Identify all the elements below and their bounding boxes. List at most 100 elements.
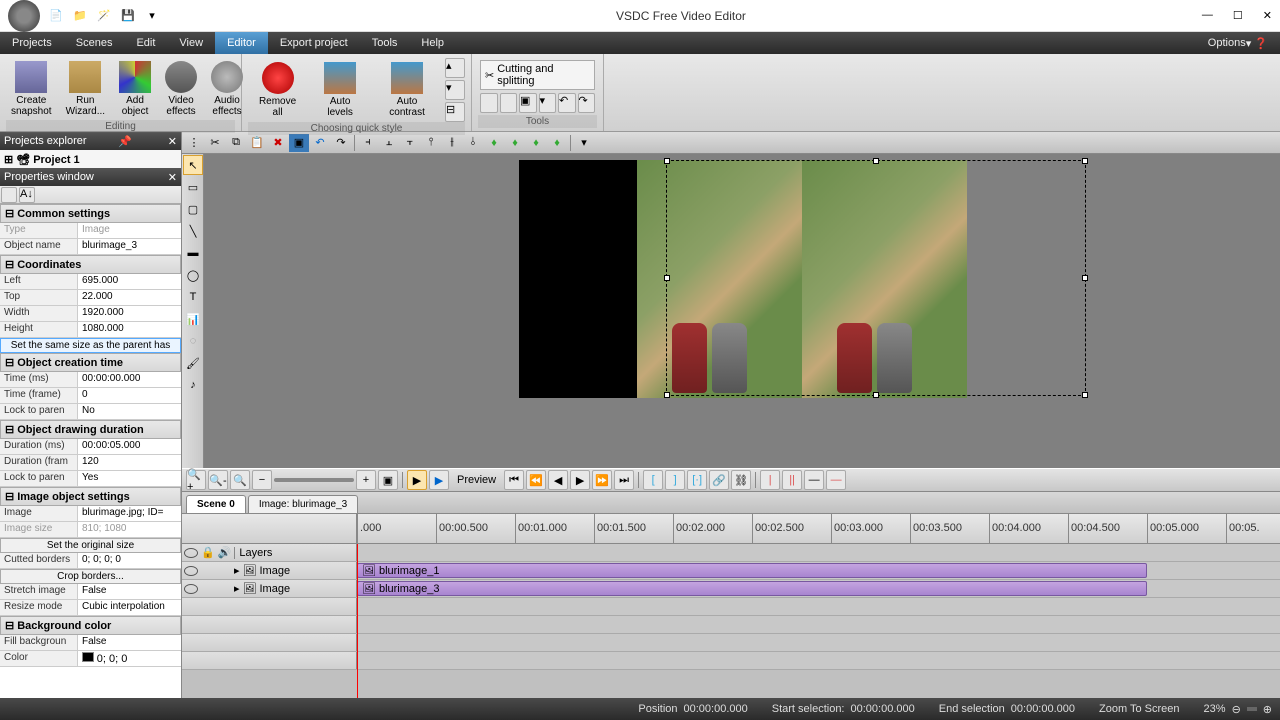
common-settings-group[interactable]: ⊟Common settings (0, 204, 181, 223)
menu-scenes[interactable]: Scenes (64, 32, 125, 54)
add-object-button[interactable]: Add object (114, 58, 156, 120)
step-back-icon[interactable]: ◀ (548, 470, 568, 490)
tool-2-button[interactable] (500, 93, 518, 113)
align-left-icon[interactable]: ⫞ (358, 134, 378, 152)
marker-2-icon[interactable]: — (826, 470, 846, 490)
height-input[interactable]: 1080.000 (78, 322, 181, 337)
close-button[interactable]: ✕ (1263, 9, 1272, 22)
time-frame-input[interactable]: 0 (78, 388, 181, 403)
close-panel-icon[interactable]: ✕ (168, 135, 177, 148)
zoom-plus-button[interactable]: + (356, 470, 376, 490)
cut-icon[interactable]: ✂ (205, 134, 225, 152)
step-forward-icon[interactable]: ▶ (570, 470, 590, 490)
screen-icon[interactable]: ▣ (289, 134, 309, 152)
left-input[interactable]: 695.000 (78, 274, 181, 289)
text-tool[interactable]: T (183, 287, 203, 307)
resize-handle-e[interactable] (1082, 275, 1088, 281)
tool-4-button[interactable]: ▾ (539, 93, 557, 113)
disabled-tool[interactable]: ◌ (183, 331, 203, 351)
crop-tool-button[interactable]: ▣ (519, 93, 537, 113)
menu-projects[interactable]: Projects (0, 32, 64, 54)
mark-out-icon[interactable]: ] (665, 470, 685, 490)
prop-sort-button[interactable]: A↓ (19, 187, 35, 203)
unlink-icon[interactable]: ⛓ (731, 470, 751, 490)
brush-tool[interactable]: 🖌 (183, 353, 203, 373)
fit-icon[interactable]: ▣ (378, 470, 398, 490)
color-input[interactable]: 0; 0; 0 (78, 651, 181, 666)
distribute-2-icon[interactable]: ♦ (505, 134, 525, 152)
create-snapshot-button[interactable]: Create snapshot (6, 58, 57, 120)
resize-handle-n[interactable] (873, 158, 879, 164)
run-wizard-button[interactable]: Run Wizard... (61, 58, 110, 120)
object-name-input[interactable]: blurimage_3 (78, 239, 181, 254)
style-more-button[interactable]: ⊟ (445, 102, 465, 122)
image-settings-group[interactable]: ⊟Image object settings (0, 487, 181, 506)
tb-btn-1[interactable]: ⋮ (184, 134, 204, 152)
menu-help[interactable]: Help (409, 32, 456, 54)
close-properties-icon[interactable]: ✕ (168, 171, 177, 184)
rect-select-tool[interactable]: ▢ (183, 199, 203, 219)
background-color-group[interactable]: ⊟Background color (0, 616, 181, 635)
prev-frame-icon[interactable]: ⏪ (526, 470, 546, 490)
cutted-borders-input[interactable]: 0; 0; 0; 0 (78, 553, 181, 568)
menu-options[interactable]: Options ▾ ❓ (1196, 32, 1280, 54)
prop-categorize-button[interactable] (1, 187, 17, 203)
goto-start-icon[interactable]: ⏮ (504, 470, 524, 490)
maximize-button[interactable]: ☐ (1233, 9, 1243, 22)
tb-more-icon[interactable]: ▾ (574, 134, 594, 152)
dropdown-icon[interactable]: ▾ (144, 8, 160, 24)
selection-box[interactable] (666, 160, 1086, 396)
top-input[interactable]: 22.000 (78, 290, 181, 305)
lock-parent-2-input[interactable]: Yes (78, 471, 181, 486)
distribute-4-icon[interactable]: ♦ (547, 134, 567, 152)
audio-col-icon[interactable]: 🔊 (218, 546, 232, 559)
audio-tool[interactable]: ♪ (183, 375, 203, 395)
cutting-splitting-button[interactable]: ✂Cutting and splitting (480, 60, 595, 90)
resize-handle-se[interactable] (1082, 392, 1088, 398)
paste-icon[interactable]: 📋 (247, 134, 267, 152)
canvas[interactable] (204, 154, 1280, 468)
expand-icon[interactable]: ▸ (234, 564, 240, 577)
zoom-out-icon[interactable]: 🔍- (208, 470, 228, 490)
menu-export[interactable]: Export project (268, 32, 360, 54)
cursor-tool[interactable]: ↖ (183, 155, 203, 175)
menu-edit[interactable]: Edit (124, 32, 167, 54)
zoom-out-status-icon[interactable]: ⊖ (1232, 703, 1241, 716)
resize-handle-ne[interactable] (1082, 158, 1088, 164)
minimize-button[interactable]: — (1202, 9, 1213, 22)
zoom-fit-icon[interactable]: 🔍 (230, 470, 250, 490)
tool-1-button[interactable] (480, 93, 498, 113)
next-frame-icon[interactable]: ⏩ (592, 470, 612, 490)
project-tree-item[interactable]: ⊞📽Project 1 (2, 152, 179, 167)
image-input[interactable]: blurimage.jpg; ID= (78, 506, 181, 521)
menu-view[interactable]: View (167, 32, 215, 54)
chart-tool[interactable]: 📊 (183, 309, 203, 329)
save-icon[interactable]: 💾 (120, 8, 136, 24)
fill-bg-input[interactable]: False (78, 635, 181, 650)
drawing-duration-group[interactable]: ⊟Object drawing duration (0, 420, 181, 439)
range-icon[interactable]: [·] (687, 470, 707, 490)
pin-icon[interactable]: 📌 (118, 135, 132, 148)
set-original-size-button[interactable]: Set the original size (0, 538, 181, 553)
resize-handle-sw[interactable] (664, 392, 670, 398)
redo-icon[interactable]: ↷ (331, 134, 351, 152)
zoom-in-status-icon[interactable]: ⊕ (1263, 703, 1272, 716)
clip-blurimage-3[interactable]: 🖼blurimage_3 (357, 581, 1147, 596)
resize-handle-w[interactable] (664, 275, 670, 281)
rotate-ccw-button[interactable]: ↶ (558, 93, 576, 113)
goto-end-icon[interactable]: ⏭ (614, 470, 634, 490)
eye-icon[interactable] (184, 566, 198, 576)
menu-editor[interactable]: Editor (215, 32, 268, 54)
rect-tool[interactable]: ▭ (183, 177, 203, 197)
style-down-button[interactable]: ▾ (445, 80, 465, 100)
zoom-slider[interactable] (274, 478, 354, 482)
video-effects-button[interactable]: Video effects (160, 58, 202, 120)
coordinates-group[interactable]: ⊟Coordinates (0, 255, 181, 274)
zoom-minus-button[interactable]: − (252, 470, 272, 490)
resize-handle-nw[interactable] (664, 158, 670, 164)
menu-tools[interactable]: Tools (360, 32, 410, 54)
resize-mode-input[interactable]: Cubic interpolation (78, 600, 181, 615)
tab-scene[interactable]: Scene 0 (186, 495, 246, 513)
stretch-input[interactable]: False (78, 584, 181, 599)
eye-icon[interactable] (184, 548, 198, 558)
